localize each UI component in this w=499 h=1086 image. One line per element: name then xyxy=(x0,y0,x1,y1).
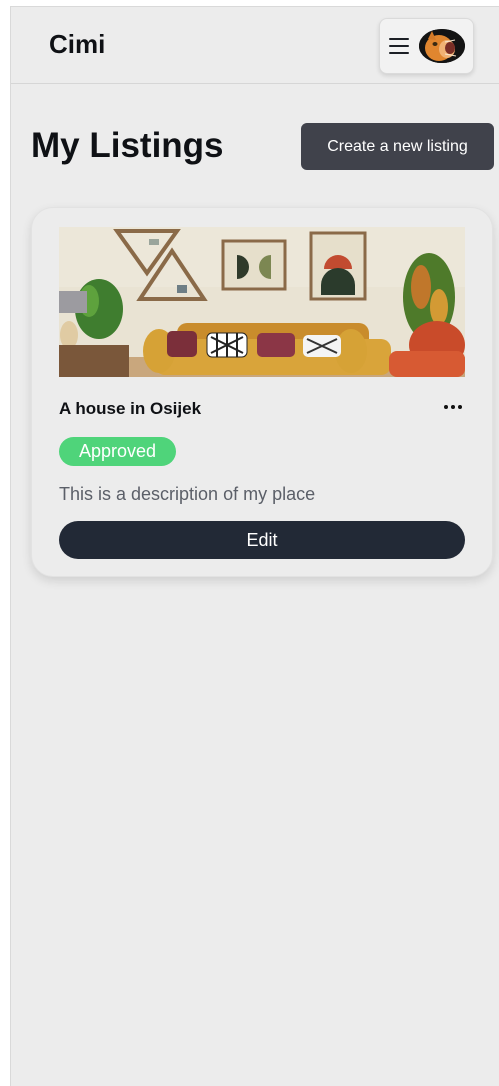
status-badge: Approved xyxy=(59,437,177,466)
listing-card: A house in Osijek Approved This is a des… xyxy=(31,207,493,577)
avatar xyxy=(418,29,465,63)
edit-button[interactable]: Edit xyxy=(59,521,465,559)
listing-title[interactable]: A house in Osijek xyxy=(59,399,201,419)
app-frame: Cimi My Listings Create a new listing A … xyxy=(10,6,499,1086)
cat-avatar-icon xyxy=(418,29,465,63)
listing-image[interactable] xyxy=(59,227,465,377)
user-menu-button[interactable] xyxy=(379,18,474,74)
more-horizontal-icon[interactable] xyxy=(444,405,462,409)
brand-logo[interactable]: Cimi xyxy=(49,29,105,60)
create-listing-button[interactable]: Create a new listing xyxy=(301,123,494,170)
listing-description: This is a description of my place xyxy=(59,484,316,504)
page-title: My Listings xyxy=(31,126,224,165)
hamburger-icon xyxy=(388,38,409,54)
top-bar: Cimi xyxy=(11,7,499,84)
